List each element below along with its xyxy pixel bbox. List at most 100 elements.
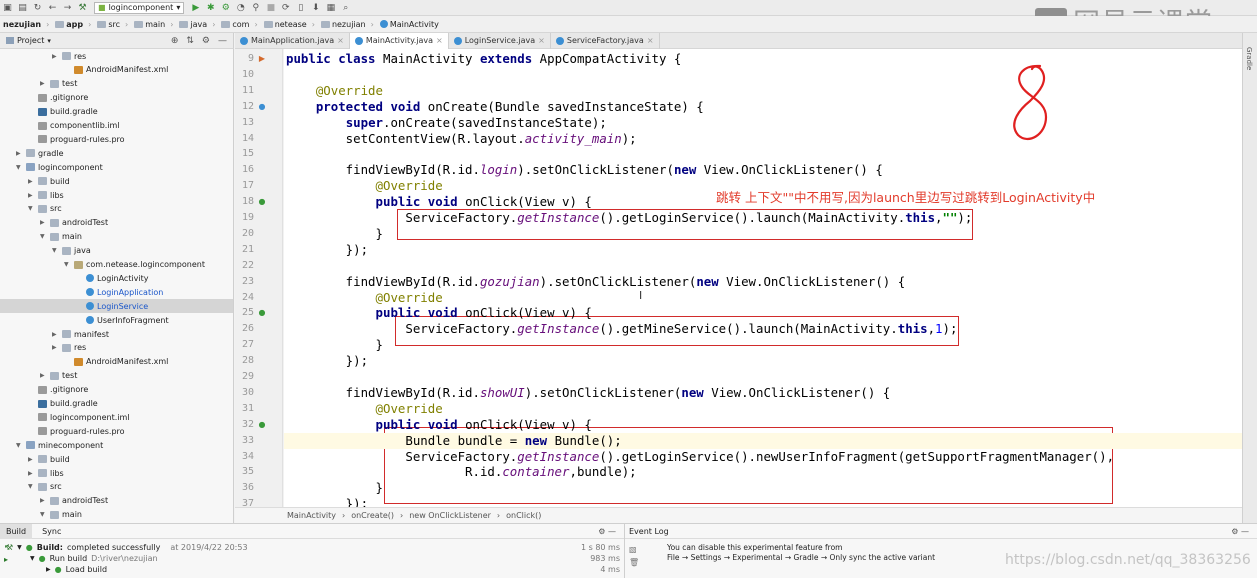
clear-icon[interactable]: ▧ <box>629 543 639 556</box>
gear-icon[interactable]: ⚙ — <box>1231 527 1249 536</box>
implement-gutter-icon[interactable]: ● <box>257 420 267 430</box>
breadcrumb-item[interactable]: app › <box>52 20 94 29</box>
sync-gradle-icon[interactable]: ⟳ <box>280 2 291 13</box>
tree-item[interactable]: componentlib.iml <box>28 119 120 133</box>
tree-item[interactable]: ▼ minecomponent <box>16 438 103 452</box>
tree-item[interactable]: proguard-rules.pro <box>28 424 125 438</box>
sdk-icon[interactable]: ⬇ <box>310 2 321 13</box>
tree-item[interactable]: ▶ gradle <box>16 146 64 160</box>
tree-item[interactable]: ▼ com.netease.logincomponent <box>64 258 205 272</box>
editor-tab[interactable]: MainActivity.java × <box>349 32 449 49</box>
tree-item[interactable]: ▶ build <box>28 452 70 466</box>
tree-item[interactable]: build.gradle <box>28 105 98 119</box>
expanded-chevron-icon[interactable]: ▼ <box>64 261 71 268</box>
tree-item[interactable]: ▼ src <box>28 202 62 216</box>
search-icon[interactable]: ⌕ <box>340 2 351 13</box>
tree-item[interactable]: LoginApplication <box>76 285 163 299</box>
close-icon[interactable]: × <box>647 36 654 45</box>
tree-item[interactable]: ▶ libs <box>28 466 64 480</box>
hammer-icon[interactable]: ⚒ <box>77 2 88 13</box>
close-icon[interactable]: × <box>538 36 545 45</box>
nav-path-item[interactable]: MainActivity <box>287 511 336 520</box>
breadcrumb-item[interactable]: src › <box>94 20 131 29</box>
collapsed-chevron-icon[interactable]: ▶ <box>16 150 23 157</box>
attach-icon[interactable]: ⚲ <box>250 2 261 13</box>
nav-path-item[interactable]: new OnClickListener <box>409 511 491 520</box>
tree-item[interactable]: ▶ build <box>28 174 70 188</box>
sync-icon[interactable]: ↻ <box>32 2 43 13</box>
nav-path-item[interactable]: onClick() <box>506 511 541 520</box>
collapsed-chevron-icon[interactable]: ▶ <box>52 344 59 351</box>
expanded-chevron-icon[interactable]: ▼ <box>28 483 35 490</box>
project-view-select[interactable]: Project <box>17 36 44 45</box>
tree-item[interactable]: ▶ manifest <box>52 327 109 341</box>
run-config-select[interactable]: ■ logincomponent ▾ <box>94 1 185 14</box>
editor-tab[interactable]: LoginService.java × <box>449 32 551 49</box>
class-run-icon[interactable]: ▶ <box>257 54 267 64</box>
tree-item[interactable]: LoginActivity <box>76 271 149 285</box>
collapse-icon[interactable]: ⇅ <box>186 36 194 46</box>
tree-item[interactable]: AndroidManifest.xml <box>64 63 168 77</box>
tree-item[interactable]: ▶ test <box>40 77 77 91</box>
save-all-icon[interactable]: ▤ <box>17 2 28 13</box>
expanded-chevron-icon[interactable]: ▼ <box>40 511 47 518</box>
tree-item[interactable]: ▼ java <box>52 244 91 258</box>
gear-icon[interactable]: ⚙ — <box>598 527 616 536</box>
tree-item[interactable]: proguard-rules.pro <box>28 132 125 146</box>
tree-item[interactable]: .gitignore <box>28 383 88 397</box>
run-build-row[interactable]: ▼ ● Run build D:\river\nezujian 983 ms <box>30 554 620 563</box>
close-icon[interactable]: × <box>436 36 443 45</box>
implement-gutter-icon[interactable]: ● <box>257 308 267 318</box>
breadcrumb-item[interactable]: MainActivity <box>377 20 442 29</box>
collapsed-chevron-icon[interactable]: ▶ <box>28 456 35 463</box>
tree-item[interactable]: ▼ main <box>40 230 82 244</box>
expanded-chevron-icon[interactable]: ▼ <box>28 205 35 212</box>
tree-item[interactable]: UserInfoFragment <box>76 313 169 327</box>
tree-item[interactable]: logincomponent.iml <box>28 410 130 424</box>
breadcrumb-item[interactable]: main › <box>131 20 176 29</box>
tree-item[interactable]: ▶ androidTest <box>40 216 108 230</box>
expanded-chevron-icon[interactable]: ▼ <box>40 233 47 240</box>
rerun-icon[interactable]: ↖ <box>4 542 14 554</box>
tree-item[interactable]: ▶ libs <box>28 188 64 202</box>
load-build-row[interactable]: ▶ ● Load build 4 ms <box>46 565 620 574</box>
editor-tab[interactable]: ServiceFactory.java × <box>551 32 660 49</box>
run-icon[interactable]: ▶ <box>190 2 201 13</box>
collapsed-chevron-icon[interactable]: ▶ <box>52 331 59 338</box>
tree-item[interactable]: .gitignore <box>28 91 88 105</box>
tree-item[interactable]: ▼ logincomponent <box>16 160 103 174</box>
breadcrumb-item[interactable]: nezujian › <box>0 20 52 29</box>
nav-path-item[interactable]: onCreate() <box>351 511 394 520</box>
filter-icon[interactable]: ▸ <box>4 554 14 566</box>
gradle-tool-button[interactable]: Gradle <box>1245 47 1253 70</box>
collapsed-chevron-icon[interactable]: ▶ <box>40 497 47 504</box>
stop-icon[interactable]: ■ <box>265 2 276 13</box>
tree-item[interactable]: ▼ main <box>40 508 82 522</box>
collapsed-chevron-icon[interactable]: ▶ <box>52 53 59 60</box>
tree-item[interactable]: ▶ test <box>40 369 77 383</box>
structure-icon[interactable]: ▦ <box>325 2 336 13</box>
tab-sync[interactable]: Sync <box>32 527 71 536</box>
profile-icon[interactable]: ◔ <box>235 2 246 13</box>
tree-item[interactable]: ▶ res <box>52 341 86 355</box>
tree-item[interactable]: ▶ res <box>52 49 86 63</box>
save-icon[interactable]: ▣ <box>2 2 13 13</box>
tree-item[interactable]: AndroidManifest.xml <box>64 355 168 369</box>
expanded-chevron-icon[interactable]: ▼ <box>16 164 23 171</box>
gear-icon[interactable]: ⚙ <box>202 36 210 46</box>
tab-build[interactable]: Build <box>0 523 33 539</box>
collapsed-chevron-icon[interactable]: ▶ <box>40 80 47 87</box>
breadcrumb-item[interactable]: java › <box>176 20 218 29</box>
expanded-chevron-icon[interactable]: ▼ <box>16 442 23 449</box>
debug-icon[interactable]: ✱ <box>205 2 216 13</box>
target-icon[interactable]: ⊕ <box>171 36 179 46</box>
expanded-chevron-icon[interactable]: ▼ <box>52 247 59 254</box>
breadcrumb-item[interactable]: nezujian › <box>318 20 377 29</box>
editor-tab[interactable]: MainApplication.java × <box>235 32 350 49</box>
close-icon[interactable]: × <box>337 36 344 45</box>
tree-item[interactable]: build.gradle <box>28 397 98 411</box>
override-gutter-icon[interactable]: ● <box>257 102 267 112</box>
breadcrumb-item[interactable]: netease › <box>261 20 318 29</box>
forward-icon[interactable]: → <box>62 2 73 13</box>
trash-icon[interactable]: 🗑 <box>629 556 639 569</box>
